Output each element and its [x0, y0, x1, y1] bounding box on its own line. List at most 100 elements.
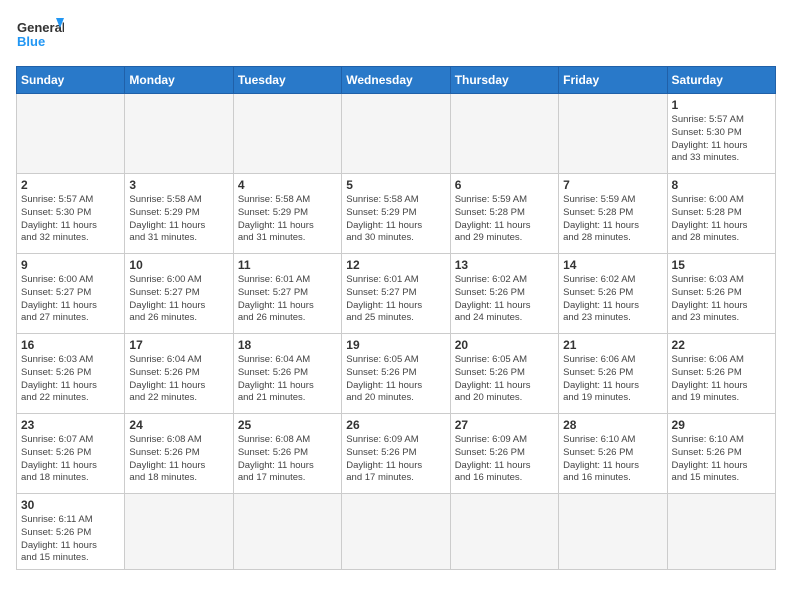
- empty-day: [559, 494, 667, 570]
- day-number: 19: [346, 338, 445, 352]
- calendar-day: 6 Sunrise: 5:59 AM Sunset: 5:28 PM Daylig…: [450, 174, 558, 254]
- day-number: 22: [672, 338, 771, 352]
- day-info: Sunrise: 6:04 AM Sunset: 5:26 PM Dayligh…: [129, 354, 228, 405]
- day-number: 1: [672, 98, 771, 112]
- day-info: Sunrise: 5:59 AM Sunset: 5:28 PM Dayligh…: [563, 194, 662, 245]
- calendar-day: 15Sunrise: 6:03 AM Sunset: 5:26 PM Dayli…: [667, 254, 775, 334]
- calendar-day: 25 Sunrise: 6:08 AM Sunset: 5:26 PM Dayli…: [233, 414, 341, 494]
- day-info: Sunrise: 6:10 AM Sunset: 5:26 PM Dayligh…: [672, 434, 771, 485]
- empty-day: [233, 94, 341, 174]
- day-number: 29: [672, 418, 771, 432]
- day-info: Sunrise: 5:58 AM Sunset: 5:29 PM Dayligh…: [129, 194, 228, 245]
- calendar-day: 30Sunrise: 6:11 AM Sunset: 5:26 PM Dayli…: [17, 494, 125, 570]
- page-header: General Blue: [16, 16, 776, 54]
- calendar-day: 11 Sunrise: 6:01 AM Sunset: 5:27 PM Dayli…: [233, 254, 341, 334]
- empty-day: [559, 94, 667, 174]
- calendar-day: 9Sunrise: 6:00 AM Sunset: 5:27 PM Daylig…: [17, 254, 125, 334]
- day-info: Sunrise: 6:09 AM Sunset: 5:26 PM Dayligh…: [455, 434, 554, 485]
- empty-day: [450, 94, 558, 174]
- day-number: 30: [21, 498, 120, 512]
- day-info: Sunrise: 6:03 AM Sunset: 5:26 PM Dayligh…: [672, 274, 771, 325]
- day-info: Sunrise: 6:00 AM Sunset: 5:27 PM Dayligh…: [129, 274, 228, 325]
- day-info: Sunrise: 5:59 AM Sunset: 5:28 PM Dayligh…: [455, 194, 554, 245]
- weekday-header: Friday: [559, 67, 667, 94]
- day-info: Sunrise: 5:58 AM Sunset: 5:29 PM Dayligh…: [238, 194, 337, 245]
- calendar-day: 26Sunrise: 6:09 AM Sunset: 5:26 PM Dayli…: [342, 414, 450, 494]
- calendar-day: 17 Sunrise: 6:04 AM Sunset: 5:26 PM Dayli…: [125, 334, 233, 414]
- day-info: Sunrise: 6:04 AM Sunset: 5:26 PM Dayligh…: [238, 354, 337, 405]
- day-number: 2: [21, 178, 120, 192]
- calendar-day: 4 Sunrise: 5:58 AM Sunset: 5:29 PM Daylig…: [233, 174, 341, 254]
- day-number: 21: [563, 338, 662, 352]
- day-info: Sunrise: 6:01 AM Sunset: 5:27 PM Dayligh…: [238, 274, 337, 325]
- svg-text:Blue: Blue: [17, 34, 45, 49]
- calendar-day: 10 Sunrise: 6:00 AM Sunset: 5:27 PM Dayli…: [125, 254, 233, 334]
- weekday-header: Wednesday: [342, 67, 450, 94]
- calendar-day: 22 Sunrise: 6:06 AM Sunset: 5:26 PM Dayli…: [667, 334, 775, 414]
- calendar-day: 14 Sunrise: 6:02 AM Sunset: 5:26 PM Dayli…: [559, 254, 667, 334]
- day-info: Sunrise: 6:07 AM Sunset: 5:26 PM Dayligh…: [21, 434, 120, 485]
- empty-day: [667, 494, 775, 570]
- empty-day: [342, 494, 450, 570]
- day-info: Sunrise: 6:09 AM Sunset: 5:26 PM Dayligh…: [346, 434, 445, 485]
- calendar-day: 24 Sunrise: 6:08 AM Sunset: 5:26 PM Dayli…: [125, 414, 233, 494]
- calendar-day: 19Sunrise: 6:05 AM Sunset: 5:26 PM Dayli…: [342, 334, 450, 414]
- calendar-day: 1 Sunrise: 5:57 AM Sunset: 5:30 PM Daylig…: [667, 94, 775, 174]
- calendar: SundayMondayTuesdayWednesdayThursdayFrid…: [16, 66, 776, 570]
- day-number: 11: [238, 258, 337, 272]
- calendar-day: 29 Sunrise: 6:10 AM Sunset: 5:26 PM Dayli…: [667, 414, 775, 494]
- day-info: Sunrise: 5:57 AM Sunset: 5:30 PM Dayligh…: [21, 194, 120, 245]
- svg-text:General: General: [17, 20, 64, 35]
- day-info: Sunrise: 6:01 AM Sunset: 5:27 PM Dayligh…: [346, 274, 445, 325]
- day-info: Sunrise: 6:03 AM Sunset: 5:26 PM Dayligh…: [21, 354, 120, 405]
- calendar-day: 27Sunrise: 6:09 AM Sunset: 5:26 PM Dayli…: [450, 414, 558, 494]
- day-number: 3: [129, 178, 228, 192]
- day-number: 28: [563, 418, 662, 432]
- day-info: Sunrise: 6:05 AM Sunset: 5:26 PM Dayligh…: [455, 354, 554, 405]
- logo: General Blue: [16, 16, 64, 54]
- day-number: 13: [455, 258, 554, 272]
- day-info: Sunrise: 6:08 AM Sunset: 5:26 PM Dayligh…: [238, 434, 337, 485]
- empty-day: [450, 494, 558, 570]
- calendar-day: 21Sunrise: 6:06 AM Sunset: 5:26 PM Dayli…: [559, 334, 667, 414]
- day-number: 20: [455, 338, 554, 352]
- empty-day: [17, 94, 125, 174]
- weekday-header: Sunday: [17, 67, 125, 94]
- day-info: Sunrise: 6:10 AM Sunset: 5:26 PM Dayligh…: [563, 434, 662, 485]
- calendar-day: 3 Sunrise: 5:58 AM Sunset: 5:29 PM Daylig…: [125, 174, 233, 254]
- calendar-day: 7 Sunrise: 5:59 AM Sunset: 5:28 PM Daylig…: [559, 174, 667, 254]
- day-number: 10: [129, 258, 228, 272]
- weekday-header: Saturday: [667, 67, 775, 94]
- empty-day: [233, 494, 341, 570]
- calendar-day: 20 Sunrise: 6:05 AM Sunset: 5:26 PM Dayli…: [450, 334, 558, 414]
- day-info: Sunrise: 6:08 AM Sunset: 5:26 PM Dayligh…: [129, 434, 228, 485]
- calendar-day: 8 Sunrise: 6:00 AM Sunset: 5:28 PM Daylig…: [667, 174, 775, 254]
- empty-day: [342, 94, 450, 174]
- day-number: 12: [346, 258, 445, 272]
- day-number: 24: [129, 418, 228, 432]
- day-info: Sunrise: 6:02 AM Sunset: 5:26 PM Dayligh…: [563, 274, 662, 325]
- calendar-day: 2 Sunrise: 5:57 AM Sunset: 5:30 PM Daylig…: [17, 174, 125, 254]
- day-info: Sunrise: 5:57 AM Sunset: 5:30 PM Dayligh…: [672, 114, 771, 165]
- day-number: 4: [238, 178, 337, 192]
- empty-day: [125, 494, 233, 570]
- calendar-day: 13 Sunrise: 6:02 AM Sunset: 5:26 PM Dayli…: [450, 254, 558, 334]
- day-number: 7: [563, 178, 662, 192]
- day-info: Sunrise: 6:02 AM Sunset: 5:26 PM Dayligh…: [455, 274, 554, 325]
- day-info: Sunrise: 6:06 AM Sunset: 5:26 PM Dayligh…: [672, 354, 771, 405]
- weekday-header: Thursday: [450, 67, 558, 94]
- empty-day: [125, 94, 233, 174]
- day-number: 16: [21, 338, 120, 352]
- day-number: 25: [238, 418, 337, 432]
- day-info: Sunrise: 6:00 AM Sunset: 5:28 PM Dayligh…: [672, 194, 771, 245]
- day-number: 6: [455, 178, 554, 192]
- calendar-day: 12 Sunrise: 6:01 AM Sunset: 5:27 PM Dayli…: [342, 254, 450, 334]
- day-number: 17: [129, 338, 228, 352]
- weekday-header: Tuesday: [233, 67, 341, 94]
- day-number: 14: [563, 258, 662, 272]
- day-number: 8: [672, 178, 771, 192]
- day-number: 5: [346, 178, 445, 192]
- weekday-header: Monday: [125, 67, 233, 94]
- calendar-day: 5Sunrise: 5:58 AM Sunset: 5:29 PM Daylig…: [342, 174, 450, 254]
- calendar-day: 16 Sunrise: 6:03 AM Sunset: 5:26 PM Dayli…: [17, 334, 125, 414]
